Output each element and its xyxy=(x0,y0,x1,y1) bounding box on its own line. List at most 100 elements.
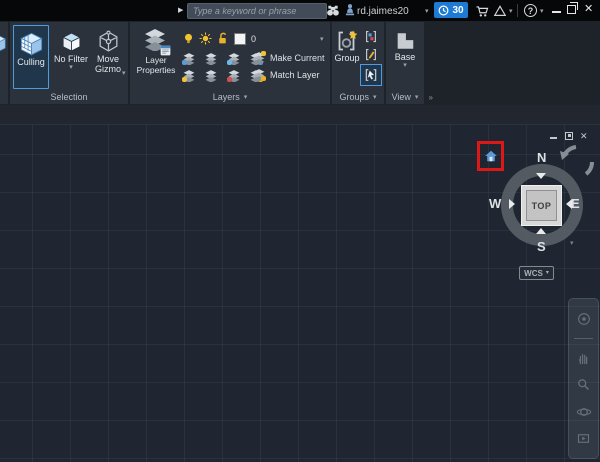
ribbon-overflow-icon[interactable]: » xyxy=(429,93,433,102)
navbar-divider xyxy=(574,338,593,339)
showmotion-icon[interactable] xyxy=(576,431,591,446)
layer-on-bulb-icon[interactable] xyxy=(182,32,195,45)
move-gizmo-dropdown-icon[interactable]: ▾ xyxy=(122,70,126,77)
layer-dropdown-caret-icon[interactable]: ▾ xyxy=(320,36,324,43)
group-label: Group xyxy=(334,53,359,63)
base-dropdown-icon[interactable]: ▾ xyxy=(403,62,407,69)
search-expand-icon[interactable]: ▶ xyxy=(178,7,183,14)
viewcube-east[interactable]: E xyxy=(571,196,580,211)
layer-isolate-icon[interactable] xyxy=(204,52,218,65)
groups-panel-label[interactable]: Groups ▾ xyxy=(332,92,384,102)
zoom-icon[interactable] xyxy=(576,377,591,392)
orbit-icon[interactable] xyxy=(576,404,592,420)
group-selection-icon xyxy=(363,67,379,83)
view-panel-label[interactable]: View ▾ xyxy=(386,92,424,102)
ribbon-panel-partial xyxy=(0,22,8,104)
match-layer-button[interactable]: Match Layer xyxy=(252,68,320,81)
viewcube-west[interactable]: W xyxy=(489,196,501,211)
viewcube-roll-arrows-icon[interactable] xyxy=(556,142,596,182)
ribbon-panel-layers: Layer Properties 0 ▾ Make Current xyxy=(130,22,330,104)
group-icon xyxy=(335,29,359,53)
layer-properties-button[interactable]: Layer Properties xyxy=(132,25,180,89)
viewcube-arrow-down-icon[interactable] xyxy=(536,173,546,179)
window-close-icon[interactable]: ✕ xyxy=(584,4,593,15)
viewcube-menu-icon[interactable]: ▾ xyxy=(570,240,574,247)
groups-panel-expand-icon[interactable]: ▾ xyxy=(373,94,377,101)
layers-panel-label[interactable]: Layers ▾ xyxy=(130,92,330,102)
view-panel-label-text: View xyxy=(392,92,411,102)
search-input[interactable] xyxy=(187,3,327,19)
groups-panel-label-text: Groups xyxy=(339,92,369,102)
navwheel-icon[interactable] xyxy=(576,311,592,327)
layer-dialog-icon xyxy=(159,44,172,57)
sign-in-person-icon[interactable] xyxy=(343,3,357,17)
selection-panel-label[interactable]: Selection xyxy=(10,92,128,102)
no-filter-label: No Filter xyxy=(54,54,88,64)
culling-icon xyxy=(18,30,45,57)
viewcube-arrow-up-icon[interactable] xyxy=(536,228,546,234)
make-current-icon xyxy=(252,51,266,64)
notification-count: 30 xyxy=(452,5,463,16)
match-layer-icon xyxy=(252,68,266,81)
group-button[interactable]: Group xyxy=(333,26,361,88)
ribbon: Culling No Filter ▾ Move Gizmo ▾ Selecti… xyxy=(0,21,600,105)
drawing-canvas[interactable] xyxy=(0,124,600,462)
culling-button[interactable]: Culling xyxy=(13,25,49,89)
no-filter-button[interactable]: No Filter ▾ xyxy=(52,26,90,88)
layer-thaw-sun-icon[interactable] xyxy=(199,32,212,45)
layer-off-icon[interactable] xyxy=(182,52,196,65)
drawing-close-icon[interactable]: ✕ xyxy=(580,132,588,141)
match-layer-label: Match Layer xyxy=(270,70,320,80)
layer-unlock-icon[interactable] xyxy=(216,32,229,45)
title-bar: ▶ rd.jaimes20 ▾ 30 ▾ ? ▾ ✕ xyxy=(0,0,600,21)
app-dropdown-icon[interactable]: ▾ xyxy=(509,8,513,15)
ribbon-panel-selection: Culling No Filter ▾ Move Gizmo ▾ Selecti… xyxy=(10,22,128,104)
make-current-button[interactable]: Make Current xyxy=(252,51,325,64)
ribbon-bottom-strip xyxy=(0,105,600,124)
selection-panel-label-text: Selection xyxy=(50,92,87,102)
username[interactable]: rd.jaimes20 xyxy=(357,6,409,17)
help-dropdown-icon[interactable]: ▾ xyxy=(540,8,544,15)
wcs-label: WCS xyxy=(524,269,543,278)
viewcube-top-face[interactable]: TOP xyxy=(521,185,562,226)
layer-on-icon[interactable] xyxy=(182,69,196,82)
layer-thaw-icon[interactable] xyxy=(227,69,241,82)
viewcube-home-icon[interactable] xyxy=(484,149,498,163)
viewcube-arrow-left-icon[interactable] xyxy=(566,199,572,209)
group-selection-toggle[interactable] xyxy=(360,64,382,86)
ungroup-icon[interactable] xyxy=(363,29,379,44)
search-binoculars-icon[interactable] xyxy=(326,4,340,18)
cart-icon[interactable] xyxy=(474,4,490,18)
layer-unisolate-icon[interactable] xyxy=(204,69,218,82)
layers-panel-expand-icon[interactable]: ▾ xyxy=(244,94,248,101)
layer-color-swatch[interactable] xyxy=(234,33,246,45)
help-icon[interactable]: ? xyxy=(524,4,537,17)
autodesk-app-icon[interactable] xyxy=(493,4,507,18)
viewcube-arrow-right-icon[interactable] xyxy=(509,199,515,209)
pan-hand-icon[interactable] xyxy=(576,351,591,366)
base-label: Base xyxy=(395,52,416,62)
view-panel-expand-icon[interactable]: ▾ xyxy=(415,94,419,101)
no-filter-dropdown-icon[interactable]: ▾ xyxy=(69,64,73,71)
group-edit-icon[interactable] xyxy=(363,47,379,62)
drawing-restore-icon[interactable] xyxy=(565,132,573,140)
notification-badge[interactable]: 30 xyxy=(434,2,468,18)
drawing-minimize-icon[interactable] xyxy=(550,137,557,139)
window-minimize-icon[interactable] xyxy=(552,11,561,13)
viewcube-south[interactable]: S xyxy=(537,239,546,254)
move-gizmo-button[interactable]: Move Gizmo xyxy=(92,26,124,88)
username-dropdown-icon[interactable]: ▾ xyxy=(425,8,429,15)
culling-label: Culling xyxy=(17,57,45,67)
base-button[interactable]: Base ▾ xyxy=(390,28,420,88)
layers-panel-label-text: Layers xyxy=(213,92,240,102)
wcs-dropdown[interactable]: WCS ▾ xyxy=(519,266,554,280)
ribbon-panel-view: Base ▾ View ▾ » xyxy=(386,22,424,104)
layer-freeze-icon[interactable] xyxy=(227,52,241,65)
move-gizmo-icon xyxy=(96,29,121,54)
annotation-highlight-box xyxy=(477,141,504,171)
window-restore-icon[interactable] xyxy=(567,5,576,14)
application-window: ▶ rd.jaimes20 ▾ 30 ▾ ? ▾ ✕ Culling xyxy=(0,0,600,462)
viewcube-north[interactable]: N xyxy=(537,150,546,165)
no-filter-icon xyxy=(59,29,84,54)
layer-dropdown[interactable]: 0 ▾ xyxy=(182,32,328,47)
